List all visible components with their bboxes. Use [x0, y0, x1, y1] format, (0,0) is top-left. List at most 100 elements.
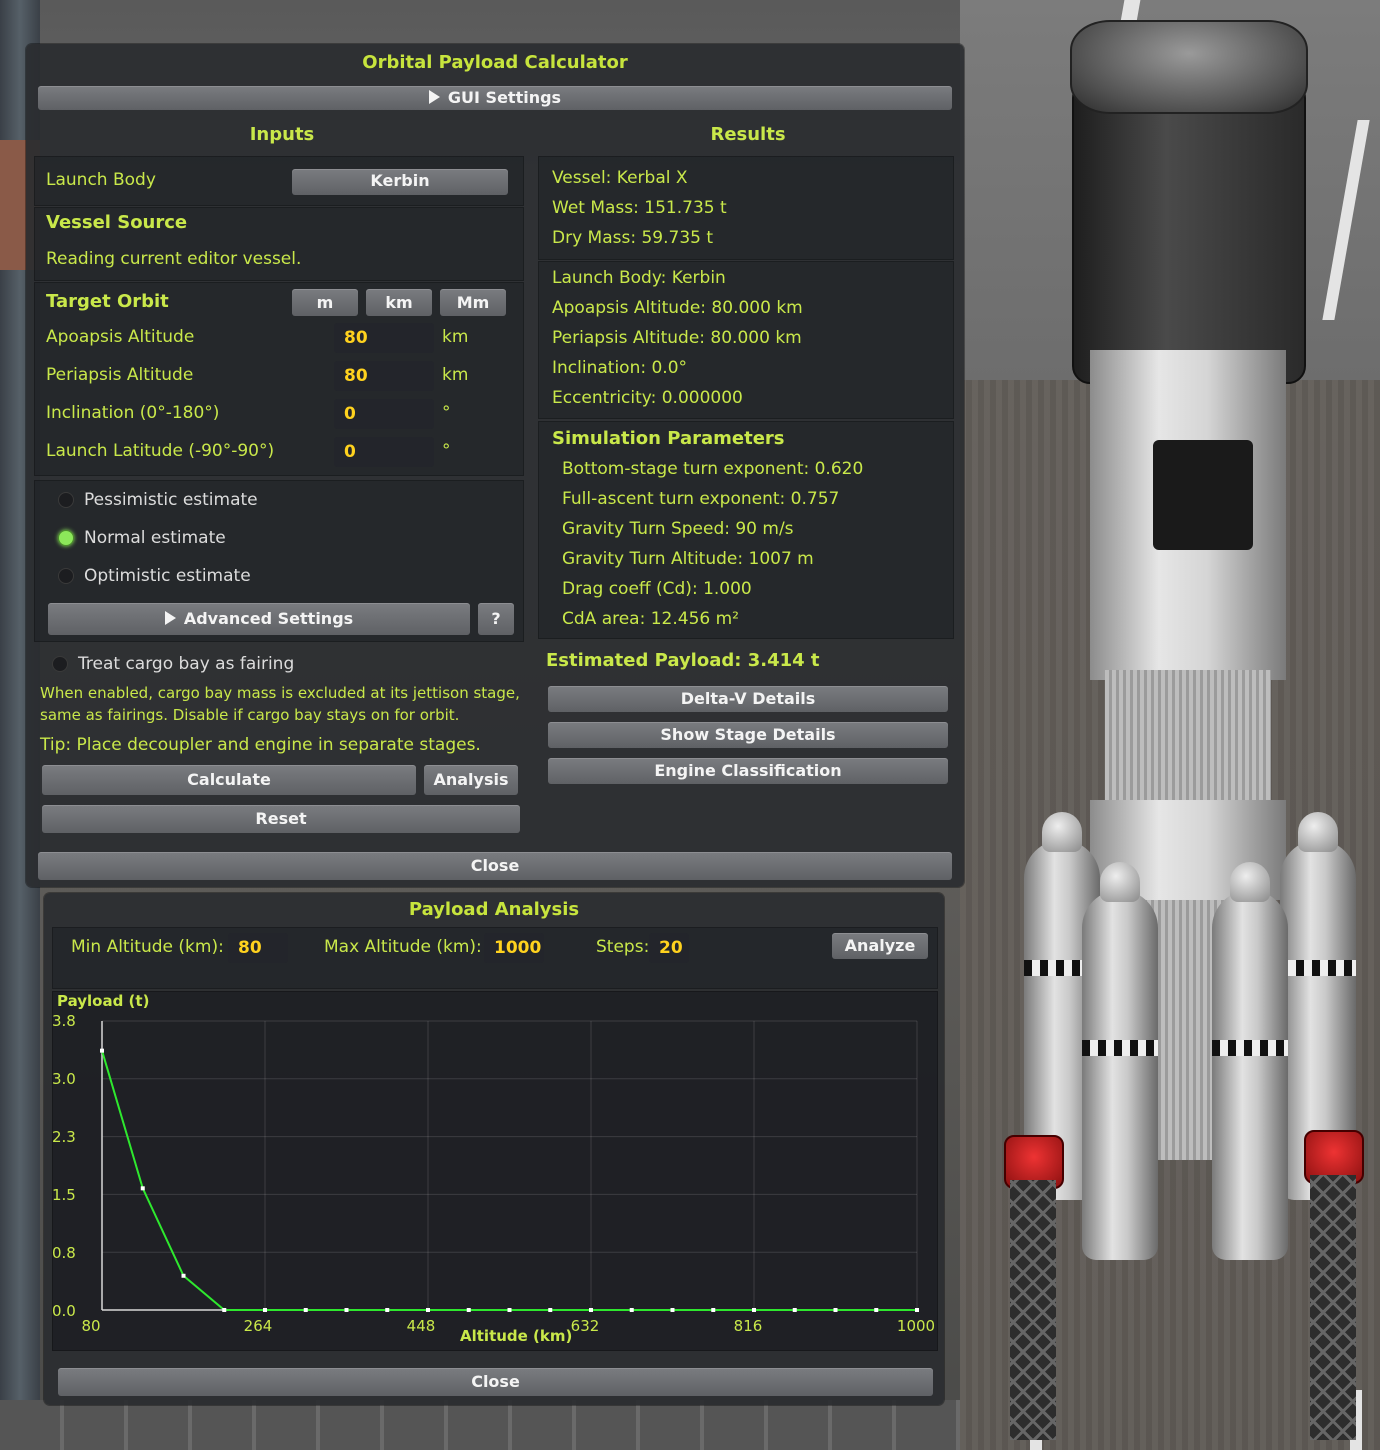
result-wet-mass: Wet Mass: 151.735 t — [552, 198, 727, 218]
payload-analysis-window: Payload Analysis Min Altitude (km): 80 M… — [44, 893, 944, 1405]
data-point — [629, 1308, 634, 1312]
cargo-bay-toggle[interactable] — [52, 656, 68, 672]
calculate-button[interactable]: Calculate — [42, 765, 416, 795]
data-point — [100, 1048, 104, 1053]
lower-ground — [0, 1400, 960, 1450]
data-point — [466, 1308, 471, 1312]
data-point — [548, 1308, 553, 1312]
apoapsis-label: Apoapsis Altitude — [46, 327, 195, 347]
advanced-settings-toggle[interactable]: Advanced Settings — [48, 603, 470, 635]
cargo-bay-note-2: same as fairings. Disable if cargo bay s… — [40, 706, 460, 724]
result-dry-mass: Dry Mass: 59.735 t — [552, 228, 714, 248]
estimated-payload: Estimated Payload: 3.414 t — [546, 650, 820, 671]
optimistic-label: Optimistic estimate — [84, 566, 251, 586]
delta-v-details-button[interactable]: Delta-V Details — [548, 686, 948, 712]
unit-m-button[interactable]: m — [292, 289, 358, 316]
target-orbit-label: Target Orbit — [46, 291, 169, 312]
rocket-mid-section — [1090, 570, 1286, 680]
pessimistic-label: Pessimistic estimate — [84, 490, 258, 510]
gui-settings-toggle[interactable]: GUI Settings — [38, 86, 952, 110]
payload-line-chart — [100, 1020, 919, 1312]
data-point — [385, 1308, 390, 1312]
data-point — [140, 1186, 145, 1191]
data-point — [589, 1308, 593, 1312]
launch-body-selector[interactable]: Kerbin — [292, 169, 508, 195]
result-inclination: Inclination: 0.0° — [552, 358, 688, 378]
rocket — [1004, 20, 1370, 1440]
rocket-hatch — [1153, 440, 1253, 550]
orbital-payload-calculator-window: Orbital Payload Calculator GUI Settings … — [26, 44, 964, 887]
latitude-input[interactable]: 0 — [334, 437, 434, 467]
tip-text: Tip: Place decoupler and engine in separ… — [40, 735, 481, 755]
inputs-header: Inputs — [249, 124, 315, 145]
rocket-ribbed-section — [1105, 670, 1271, 800]
periapsis-unit: km — [442, 365, 469, 385]
simulation-header: Simulation Parameters — [552, 428, 785, 449]
sim-param-gravity-turn-altitude: Gravity Turn Altitude: 1007 m — [562, 549, 814, 569]
vessel-source-text: Reading current editor vessel. — [46, 249, 302, 269]
pessimistic-radio[interactable] — [58, 492, 74, 508]
rocket-top-cap — [1070, 20, 1308, 114]
launch-body-label: Launch Body — [46, 170, 156, 190]
latitude-label: Launch Latitude (-90°-90°) — [46, 441, 275, 461]
clamp-truss-right — [1310, 1175, 1356, 1440]
periapsis-input[interactable]: 80 — [334, 361, 434, 391]
data-point — [874, 1308, 879, 1312]
cargo-bay-note-1: When enabled, cargo bay mass is excluded… — [40, 684, 520, 702]
result-vessel: Vessel: Kerbal X — [552, 168, 688, 188]
data-point — [344, 1308, 349, 1312]
data-point — [426, 1308, 430, 1312]
results-header: Results — [710, 124, 786, 145]
inclination-label: Inclination (0°-180°) — [46, 403, 220, 423]
gui-settings-label: GUI Settings — [447, 88, 562, 107]
data-point — [507, 1308, 512, 1312]
data-point — [181, 1273, 186, 1278]
clamp-truss-left — [1010, 1180, 1056, 1440]
sim-param-gravity-turn-speed: Gravity Turn Speed: 90 m/s — [562, 519, 794, 539]
inclination-unit: ° — [442, 403, 451, 423]
result-launch-body: Launch Body: Kerbin — [552, 268, 726, 288]
analysis-button[interactable]: Analysis — [424, 765, 518, 795]
apoapsis-unit: km — [442, 327, 469, 347]
sim-param-bottom-stage-exponent: Bottom-stage turn exponent: 0.620 — [562, 459, 864, 479]
analysis-close-button[interactable]: Close — [58, 1368, 933, 1396]
help-button[interactable]: ? — [478, 603, 514, 635]
window-title: Orbital Payload Calculator — [362, 52, 628, 73]
advanced-settings-label: Advanced Settings — [183, 609, 354, 628]
vessel-source-label: Vessel Source — [46, 212, 188, 233]
inclination-input[interactable]: 0 — [334, 399, 434, 429]
data-point — [792, 1308, 797, 1312]
sim-param-full-ascent-exponent: Full-ascent turn exponent: 0.757 — [562, 489, 840, 509]
expand-triangle-icon — [164, 611, 176, 625]
unit-km-button[interactable]: km — [366, 289, 432, 316]
data-point — [263, 1308, 267, 1312]
data-point — [303, 1308, 308, 1312]
data-point — [752, 1308, 756, 1312]
data-point — [915, 1308, 919, 1312]
normal-label: Normal estimate — [84, 528, 226, 548]
normal-radio[interactable] — [58, 530, 74, 546]
periapsis-label: Periapsis Altitude — [46, 365, 194, 385]
main-close-button[interactable]: Close — [38, 852, 952, 880]
data-point — [711, 1308, 716, 1312]
unit-Mm-button[interactable]: Mm — [440, 289, 506, 316]
data-point — [222, 1308, 227, 1312]
cargo-bay-label: Treat cargo bay as fairing — [78, 654, 295, 674]
apoapsis-input[interactable]: 80 — [334, 323, 434, 353]
booster-left-inner — [1082, 862, 1158, 1260]
expand-triangle-icon — [428, 90, 440, 104]
rocket-upper-tank — [1072, 80, 1306, 384]
result-periapsis: Periapsis Altitude: 80.000 km — [552, 328, 802, 348]
sim-param-drag-coeff: Drag coeff (Cd): 1.000 — [562, 579, 752, 599]
data-point — [833, 1308, 838, 1312]
reset-button[interactable]: Reset — [42, 805, 520, 833]
latitude-unit: ° — [442, 441, 451, 461]
sim-param-cda-area: CdA area: 12.456 m² — [562, 609, 739, 629]
result-eccentricity: Eccentricity: 0.000000 — [552, 388, 743, 408]
engine-classification-button[interactable]: Engine Classification — [548, 758, 948, 784]
result-apoapsis: Apoapsis Altitude: 80.000 km — [552, 298, 803, 318]
show-stage-details-button[interactable]: Show Stage Details — [548, 722, 948, 748]
optimistic-radio[interactable] — [58, 568, 74, 584]
payload-series-line — [101, 1050, 917, 1311]
booster-right-inner — [1212, 862, 1288, 1260]
